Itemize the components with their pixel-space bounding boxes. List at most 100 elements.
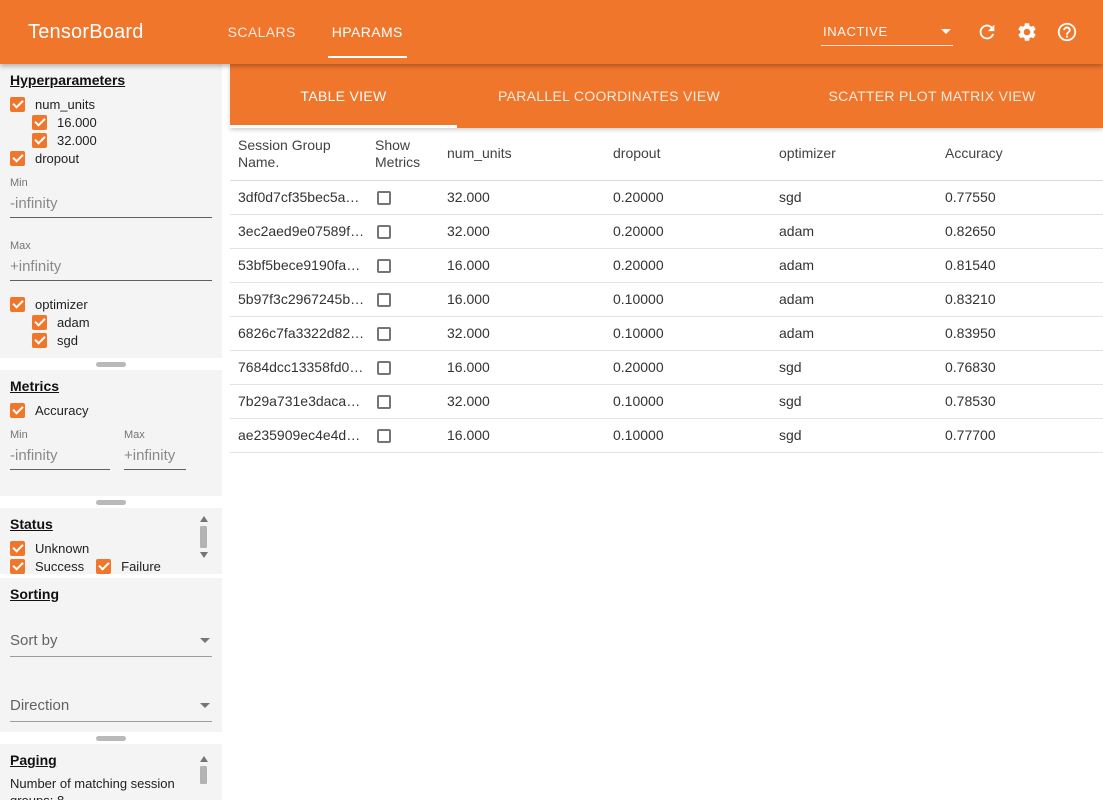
dropout-label: dropout xyxy=(35,151,79,166)
show-metrics-checkbox[interactable] xyxy=(377,259,391,273)
session-group-name: 5b97f3c2967245b… xyxy=(230,282,367,316)
dropout-max-input[interactable] xyxy=(10,252,212,281)
tab-scatter-plot-matrix-view[interactable]: SCATTER PLOT MATRIX VIEW xyxy=(761,64,1103,128)
run-status-dropdown[interactable]: INACTIVE xyxy=(821,19,953,46)
metrics-heading: Metrics xyxy=(10,370,212,394)
table-row: ae235909ec4e4d… 16.000 0.10000 sgd 0.777… xyxy=(230,418,1103,452)
sort-by-value: Sort by xyxy=(10,632,58,649)
chevron-down-icon xyxy=(200,638,210,643)
session-group-name: ae235909ec4e4d… xyxy=(230,418,367,452)
status-success-label: Success xyxy=(35,559,84,574)
cell-num-units: 16.000 xyxy=(439,350,605,384)
accuracy-checkbox[interactable] xyxy=(10,403,25,418)
optimizer-adam-checkbox[interactable] xyxy=(32,315,47,330)
show-metrics-checkbox[interactable] xyxy=(377,361,391,375)
num-units-16-checkbox[interactable] xyxy=(32,115,47,130)
scrollbar-thumb[interactable] xyxy=(200,526,207,548)
status-unknown-checkbox[interactable] xyxy=(10,541,25,556)
hparam-dropout-row[interactable]: dropout xyxy=(10,149,212,167)
hyperparameters-panel: Hyperparameters num_units 16.000 32.000 … xyxy=(0,64,222,358)
optimizer-sgd-checkbox[interactable] xyxy=(32,333,47,348)
resize-handle[interactable] xyxy=(96,362,126,367)
main-content: TABLE VIEW PARALLEL COORDINATES VIEW SCA… xyxy=(230,64,1103,800)
paging-scrollbar[interactable] xyxy=(199,756,208,788)
table-row: 3df0d7cf35bec5a… 32.000 0.20000 sgd 0.77… xyxy=(230,180,1103,214)
sort-by-dropdown[interactable]: Sort by xyxy=(10,626,212,657)
metric-max-label: Max xyxy=(124,429,186,441)
status-failure-checkbox[interactable] xyxy=(96,559,111,574)
scroll-up-icon[interactable] xyxy=(200,516,208,522)
show-metrics-checkbox[interactable] xyxy=(377,395,391,409)
session-group-name: 7b29a731e3daca… xyxy=(230,384,367,418)
optimizer-adam-row[interactable]: adam xyxy=(32,313,212,331)
col-session-group-name: Session Group Name. xyxy=(230,128,367,180)
status-unknown-row[interactable]: Unknown xyxy=(10,539,89,557)
table-row: 7b29a731e3daca… 32.000 0.10000 sgd 0.785… xyxy=(230,384,1103,418)
cell-dropout: 0.20000 xyxy=(605,350,771,384)
cell-optimizer: sgd xyxy=(771,350,937,384)
metric-max-input[interactable] xyxy=(124,441,186,470)
reload-button[interactable] xyxy=(967,12,1007,52)
settings-button[interactable] xyxy=(1007,12,1047,52)
hparam-num-units-row[interactable]: num_units xyxy=(10,95,212,113)
cell-accuracy: 0.77550 xyxy=(937,180,1103,214)
cell-accuracy: 0.76830 xyxy=(937,350,1103,384)
status-success-row[interactable]: Success xyxy=(10,557,84,574)
show-metrics-checkbox[interactable] xyxy=(377,191,391,205)
show-metrics-checkbox[interactable] xyxy=(377,327,391,341)
table-row: 6826c7fa3322d82… 32.000 0.10000 adam 0.8… xyxy=(230,316,1103,350)
status-heading: Status xyxy=(10,508,212,532)
status-success-checkbox[interactable] xyxy=(10,559,25,574)
tab-parallel-coordinates-view[interactable]: PARALLEL COORDINATES VIEW xyxy=(457,64,761,128)
status-scrollbar[interactable] xyxy=(199,516,208,568)
resize-handle[interactable] xyxy=(96,500,126,505)
num-units-32-checkbox[interactable] xyxy=(32,133,47,148)
cell-accuracy: 0.83950 xyxy=(937,316,1103,350)
optimizer-checkbox[interactable] xyxy=(10,297,25,312)
scrollbar-thumb[interactable] xyxy=(200,766,207,784)
num-units-checkbox[interactable] xyxy=(10,97,25,112)
optimizer-sgd-label: sgd xyxy=(57,333,78,348)
direction-dropdown[interactable]: Direction xyxy=(10,691,212,722)
show-metrics-checkbox[interactable] xyxy=(377,293,391,307)
metric-accuracy-row[interactable]: Accuracy xyxy=(10,401,212,419)
session-group-name: 53bf5bece9190fa… xyxy=(230,248,367,282)
matching-groups-text: Number of matching session groups: 8 xyxy=(10,775,212,800)
hparam-optimizer-row[interactable]: optimizer xyxy=(10,295,212,313)
num-units-label: num_units xyxy=(35,97,95,112)
nav-tab-scalars[interactable]: SCALARS xyxy=(210,0,314,64)
cell-dropout: 0.10000 xyxy=(605,384,771,418)
direction-value: Direction xyxy=(10,697,69,714)
cell-optimizer: adam xyxy=(771,248,937,282)
status-failure-row[interactable]: Failure xyxy=(96,557,161,574)
cell-accuracy: 0.81540 xyxy=(937,248,1103,282)
cell-num-units: 16.000 xyxy=(439,282,605,316)
dropout-checkbox[interactable] xyxy=(10,151,25,166)
cell-optimizer: adam xyxy=(771,214,937,248)
cell-num-units: 32.000 xyxy=(439,384,605,418)
metric-min-field: Min xyxy=(10,419,110,470)
num-units-16-row[interactable]: 16.000 xyxy=(32,113,212,131)
dropout-min-input[interactable] xyxy=(10,189,212,218)
help-button[interactable] xyxy=(1047,12,1087,52)
show-metrics-checkbox[interactable] xyxy=(377,429,391,443)
optimizer-sgd-row[interactable]: sgd xyxy=(32,331,212,349)
show-metrics-checkbox[interactable] xyxy=(377,225,391,239)
nav-tab-hparams[interactable]: HPARAMS xyxy=(314,0,421,64)
scroll-up-icon[interactable] xyxy=(200,756,208,762)
tab-table-view[interactable]: TABLE VIEW xyxy=(230,64,457,128)
cell-optimizer: adam xyxy=(771,282,937,316)
table-row: 53bf5bece9190fa… 16.000 0.20000 adam 0.8… xyxy=(230,248,1103,282)
cell-num-units: 16.000 xyxy=(439,418,605,452)
status-unknown-label: Unknown xyxy=(35,541,89,556)
chevron-down-icon xyxy=(200,703,210,708)
session-group-name: 6826c7fa3322d82… xyxy=(230,316,367,350)
num-units-32-row[interactable]: 32.000 xyxy=(32,131,212,149)
metric-min-input[interactable] xyxy=(10,441,110,470)
resize-handle[interactable] xyxy=(96,736,126,741)
cell-dropout: 0.20000 xyxy=(605,180,771,214)
scroll-down-icon[interactable] xyxy=(200,552,208,558)
cell-dropout: 0.10000 xyxy=(605,282,771,316)
cell-optimizer: sgd xyxy=(771,180,937,214)
cell-dropout: 0.20000 xyxy=(605,214,771,248)
